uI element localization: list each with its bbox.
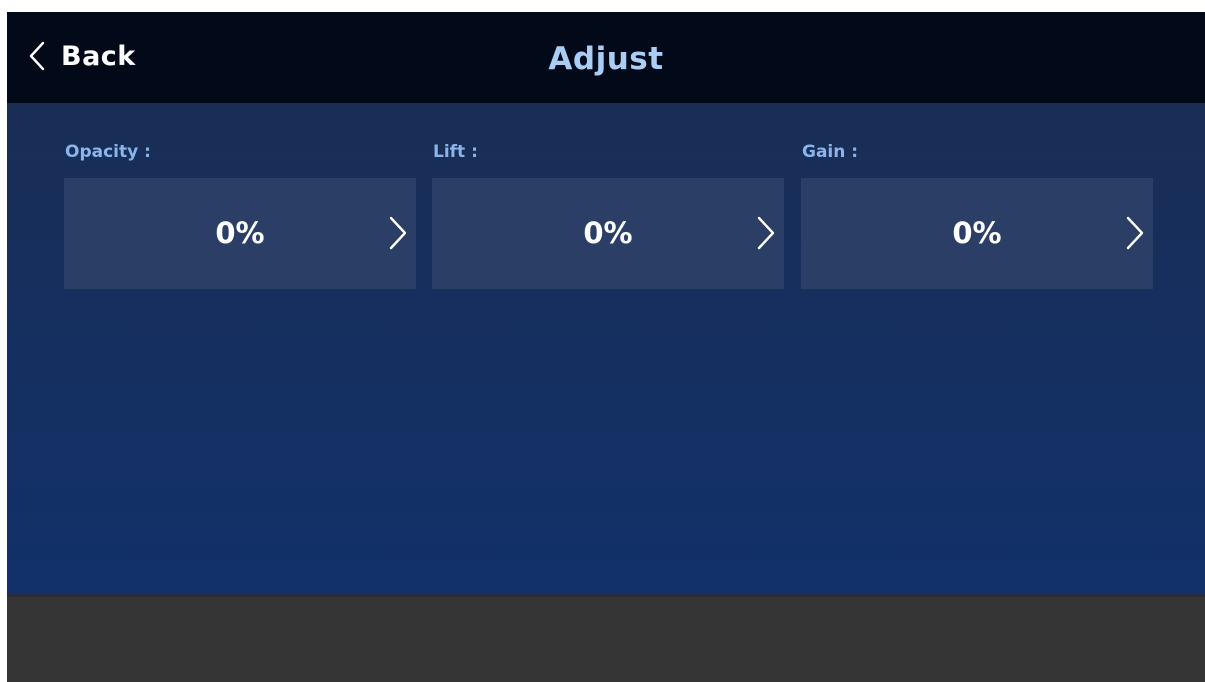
gain-value: 0% (952, 216, 1002, 250)
bottom-bar (7, 594, 1205, 682)
page-title: Adjust (548, 41, 664, 77)
opacity-value-button[interactable]: 0% (64, 178, 416, 289)
opacity-label: Opacity : (65, 142, 151, 162)
lift-value-button[interactable]: 0% (432, 178, 784, 289)
gain-value-button[interactable]: 0% (801, 178, 1153, 289)
chevron-right-icon (388, 215, 408, 255)
chevron-left-icon (29, 41, 45, 71)
adjust-screen: Adjust Back Opacity : 0% Lift: 0% Gain … (7, 12, 1205, 682)
gain-label: Gain : (802, 142, 859, 162)
lift-label: Lift : (433, 142, 478, 162)
chevron-right-icon (1125, 215, 1145, 255)
back-button[interactable]: Back (29, 36, 136, 76)
chevron-right-icon (756, 215, 776, 255)
back-label: Back (61, 40, 136, 72)
adjust-panel: Opacity : 0% Lift : 0% Gain: 0% (7, 103, 1205, 594)
top-bar: Adjust Back (7, 12, 1205, 103)
lift-value: 0% (583, 216, 633, 250)
opacity-value: 0% (215, 216, 265, 250)
